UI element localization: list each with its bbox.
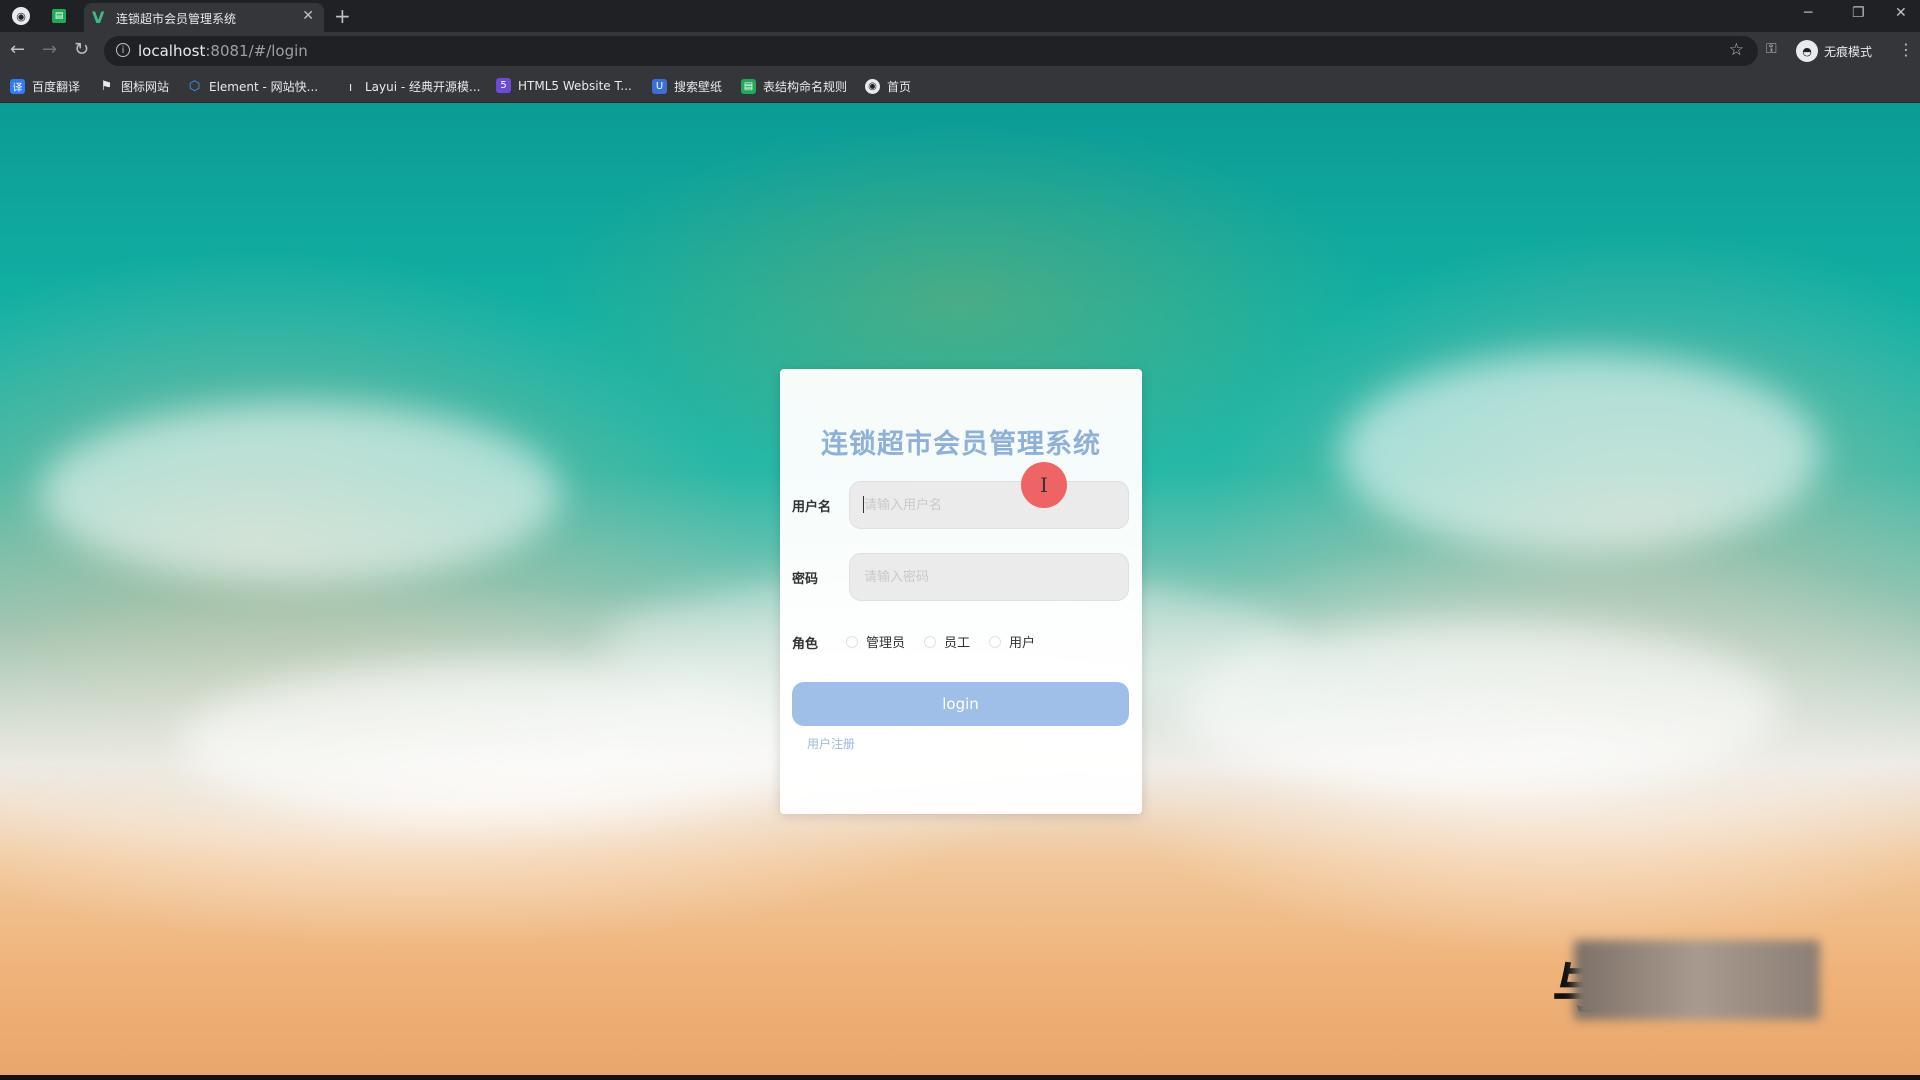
minimize-icon[interactable]: ─ — [1804, 5, 1812, 21]
html5-icon: 5 — [496, 78, 511, 93]
app-tab-icon[interactable]: ▤ — [52, 9, 66, 23]
bookmark-item[interactable]: ı Layui - 经典开源模... — [343, 78, 481, 95]
address-bar[interactable]: i localhost:8081/#/login ☆ — [104, 36, 1758, 66]
wave-foam — [40, 403, 560, 583]
radio-circle-icon[interactable] — [924, 635, 936, 648]
sheet-icon: ▤ — [741, 79, 756, 94]
active-tab[interactable]: V 连锁超市会员管理系统 ✕ — [84, 3, 324, 32]
radio-label: 用户 — [1009, 636, 1036, 651]
username-label: 用户名 — [792, 500, 832, 515]
incognito-indicator[interactable]: ◓ 无痕模式 — [1796, 38, 1872, 64]
flag-icon: ⚑ — [100, 79, 113, 94]
bookmark-item[interactable]: 5 HTML5 Website T... — [496, 78, 632, 93]
bottom-edge — [0, 1075, 1920, 1080]
browser-menu-icon[interactable]: ⋮ — [1898, 40, 1914, 59]
wallpaper-icon: U — [652, 79, 667, 94]
wave-foam — [1340, 353, 1820, 553]
bookmark-item[interactable]: ◉ 首页 — [865, 78, 911, 95]
reload-icon[interactable]: ↻ — [74, 39, 89, 60]
password-label: 密码 — [792, 572, 819, 587]
bookmark-item[interactable]: U 搜索壁纸 — [652, 78, 722, 95]
bookmark-star-icon[interactable]: ☆ — [1729, 40, 1744, 60]
translate-icon: 译 — [10, 79, 25, 94]
forward-icon[interactable]: → — [42, 39, 57, 60]
back-icon[interactable]: ← — [10, 39, 25, 60]
radio-label: 管理员 — [866, 636, 906, 651]
bookmark-label: HTML5 Website T... — [518, 78, 632, 93]
login-button[interactable]: login — [792, 682, 1129, 726]
incognito-icon: ◓ — [1796, 40, 1818, 62]
radio-label: 员工 — [944, 636, 971, 651]
ibeam-cursor-icon: I — [1040, 473, 1048, 497]
element-icon: ⬡ — [188, 79, 201, 94]
role-radio-admin[interactable]: 管理员 — [846, 632, 905, 651]
layui-icon: ı — [348, 79, 353, 94]
radio-circle-icon[interactable] — [846, 635, 858, 648]
login-card: 连锁超市会员管理系统 用户名 密码 角色 管理员 员工 用户 login 用户注… — [780, 369, 1142, 814]
role-label: 角色 — [792, 637, 819, 652]
bookmark-item[interactable]: ⚑ 图标网站 — [99, 78, 169, 95]
globe-icon: ◉ — [865, 79, 880, 94]
radio-circle-icon[interactable] — [989, 635, 1001, 648]
bookmark-label: Element - 网站快... — [209, 80, 319, 94]
bookmark-item[interactable]: ⬡ Element - 网站快... — [187, 78, 318, 95]
chrome-menu-icon[interactable]: ◉ — [12, 7, 30, 25]
bookmark-label: 搜索壁纸 — [674, 80, 723, 94]
close-tab-icon[interactable]: ✕ — [302, 8, 314, 24]
close-window-icon[interactable]: ✕ — [1895, 5, 1907, 21]
bookmark-label: 图标网站 — [121, 80, 170, 94]
bookmark-item[interactable]: ▤ 表结构命名规则 — [741, 78, 847, 95]
bookmark-item[interactable]: 译 百度翻译 — [10, 78, 80, 95]
new-tab-icon[interactable]: + — [334, 4, 351, 28]
url-text[interactable]: localhost:8081/#/login — [138, 42, 308, 60]
browser-toolbar: ← → ↻ i localhost:8081/#/login ☆ ⚿ ◓ 无痕模… — [0, 32, 1920, 70]
incognito-label: 无痕模式 — [1824, 44, 1873, 59]
browser-tab-bar: ◉ ▤ V 连锁超市会员管理系统 ✕ + ─ ❐ ✕ — [0, 0, 1920, 32]
role-radio-staff[interactable]: 员工 — [924, 632, 970, 651]
tab-title: 连锁超市会员管理系统 — [116, 12, 237, 26]
bookmark-label: Layui - 经典开源模... — [365, 80, 481, 94]
bookmark-label: 首页 — [887, 80, 912, 94]
role-radio-user[interactable]: 用户 — [989, 632, 1035, 651]
site-info-icon[interactable]: i — [116, 43, 130, 57]
password-input[interactable] — [849, 553, 1129, 601]
register-link[interactable]: 用户注册 — [807, 735, 855, 752]
url-path: :8081/#/login — [205, 42, 308, 60]
system-title: 连锁超市会员管理系统 — [821, 429, 1101, 460]
password-key-icon[interactable]: ⚿ — [1766, 41, 1777, 57]
blurred-watermark — [1574, 940, 1820, 1020]
bookmark-label: 表结构命名规则 — [763, 80, 848, 94]
restore-icon[interactable]: ❐ — [1852, 5, 1865, 21]
url-host: localhost — [138, 42, 206, 60]
text-caret — [863, 496, 864, 513]
vue-icon: V — [92, 8, 105, 27]
bookmark-label: 百度翻译 — [32, 80, 81, 94]
username-input[interactable] — [849, 481, 1129, 529]
bookmarks-bar: 译 百度翻译 ⚑ 图标网站 ⬡ Element - 网站快... ı Layui… — [0, 70, 1920, 103]
